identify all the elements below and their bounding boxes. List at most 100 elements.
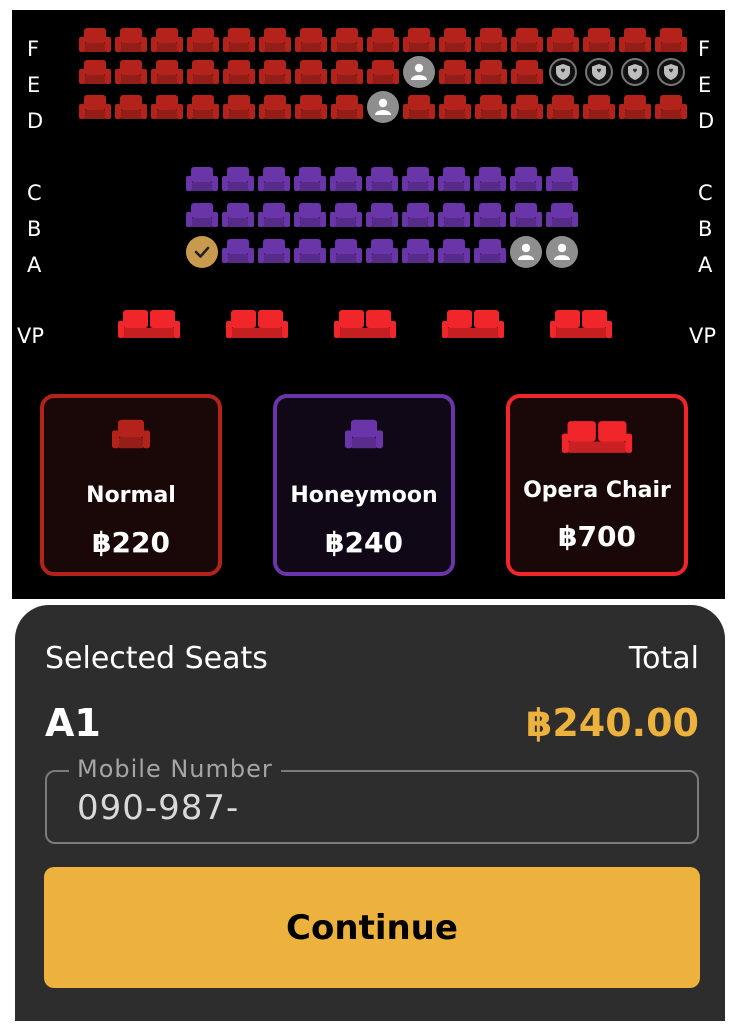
seat-b5[interactable] [330,202,362,228]
seat-a5[interactable] [330,238,362,264]
person-icon [518,243,534,260]
mobile-number-input[interactable] [77,788,657,828]
seat-e1[interactable] [79,59,111,85]
honeymoon-seat-icon [222,203,254,227]
opera-seat-vp4[interactable] [442,309,504,339]
seat-c8[interactable] [438,166,470,192]
seat-e6[interactable] [259,59,291,85]
seat-a4[interactable] [294,238,326,264]
seat-d16[interactable] [619,94,651,120]
seat-d11[interactable] [439,94,471,120]
seat-c4[interactable] [294,166,326,192]
seat-f7[interactable] [295,27,327,53]
seat-d14[interactable] [547,94,579,120]
normal-seat-icon [619,28,651,52]
seat-d15[interactable] [583,94,615,120]
seat-b7[interactable] [402,202,434,228]
seat-c5[interactable] [330,166,362,192]
normal-seat-icon [79,60,111,84]
normal-seat-icon [223,60,255,84]
selected-seats-value: A1 [45,701,101,745]
seat-c1[interactable] [186,166,218,192]
seat-a7[interactable] [402,238,434,264]
seat-f12[interactable] [475,27,507,53]
seat-d2[interactable] [115,94,147,120]
seat-a9[interactable] [474,238,506,264]
mobile-number-field[interactable]: Mobile Number [45,755,699,844]
seat-f15[interactable] [583,27,615,53]
seat-f10[interactable] [403,27,435,53]
seat-b4[interactable] [294,202,326,228]
seat-b6[interactable] [366,202,398,228]
seat-b3[interactable] [258,202,290,228]
continue-button[interactable]: Continue [44,867,700,988]
seat-e12[interactable] [475,59,507,85]
seat-f13[interactable] [511,27,543,53]
seat-d6[interactable] [259,94,291,120]
seat-f2[interactable] [115,27,147,53]
seat-a6[interactable] [366,238,398,264]
seat-b11[interactable] [546,202,578,228]
opera-seat-vp2[interactable] [226,309,288,339]
seat-f1[interactable] [79,27,111,53]
seat-f17[interactable] [655,27,687,53]
normal-seat-icon [151,95,183,119]
seat-e9[interactable] [367,59,399,85]
seat-e13[interactable] [511,59,543,85]
seat-e3[interactable] [151,59,183,85]
seat-b2[interactable] [222,202,254,228]
seat-d5[interactable] [223,94,255,120]
seat-f8[interactable] [331,27,363,53]
seat-a2[interactable] [222,238,254,264]
row-label-d-right: D [698,109,715,133]
honeymoon-seat-icon [510,203,542,227]
seat-c7[interactable] [402,166,434,192]
seat-d3[interactable] [151,94,183,120]
opera-seat-vp3[interactable] [334,309,396,339]
row-label-c-right: C [698,181,713,205]
seat-f4[interactable] [187,27,219,53]
seat-b9[interactable] [474,202,506,228]
seat-f16[interactable] [619,27,651,53]
legend-name: Honeymoon [290,483,438,508]
seat-e7[interactable] [295,59,327,85]
normal-seat-icon [259,28,291,52]
seat-c3[interactable] [258,166,290,192]
seat-e4[interactable] [187,59,219,85]
seat-d1[interactable] [79,94,111,120]
seat-d4[interactable] [187,94,219,120]
seat-d12[interactable] [475,94,507,120]
opera-seat-vp5[interactable] [550,309,612,339]
opera-seat-vp1[interactable] [118,309,180,339]
selected-seat-a1[interactable] [186,236,218,268]
seat-d8[interactable] [331,94,363,120]
row-label-a-left: A [27,253,42,277]
seat-b1[interactable] [186,202,218,228]
seat-e2[interactable] [115,59,147,85]
seat-d7[interactable] [295,94,327,120]
seat-a8[interactable] [438,238,470,264]
seat-c2[interactable] [222,166,254,192]
seat-e5[interactable] [223,59,255,85]
seat-c10[interactable] [510,166,542,192]
seat-f11[interactable] [439,27,471,53]
seat-b8[interactable] [438,202,470,228]
seat-c6[interactable] [366,166,398,192]
seat-a3[interactable] [258,238,290,264]
seat-c11[interactable] [546,166,578,192]
seat-f3[interactable] [151,27,183,53]
seat-f5[interactable] [223,27,255,53]
seat-e8[interactable] [331,59,363,85]
seat-b10[interactable] [510,202,542,228]
occupied-seat-a10 [510,236,542,268]
seat-f6[interactable] [259,27,291,53]
seat-f9[interactable] [367,27,399,53]
seat-d10[interactable] [403,94,435,120]
seat-f14[interactable] [547,27,579,53]
seat-c9[interactable] [474,166,506,192]
seat-d13[interactable] [511,94,543,120]
normal-seat-icon [79,28,111,52]
seat-d17[interactable] [655,94,687,120]
seat-e11[interactable] [439,59,471,85]
normal-seat-icon [295,95,327,119]
